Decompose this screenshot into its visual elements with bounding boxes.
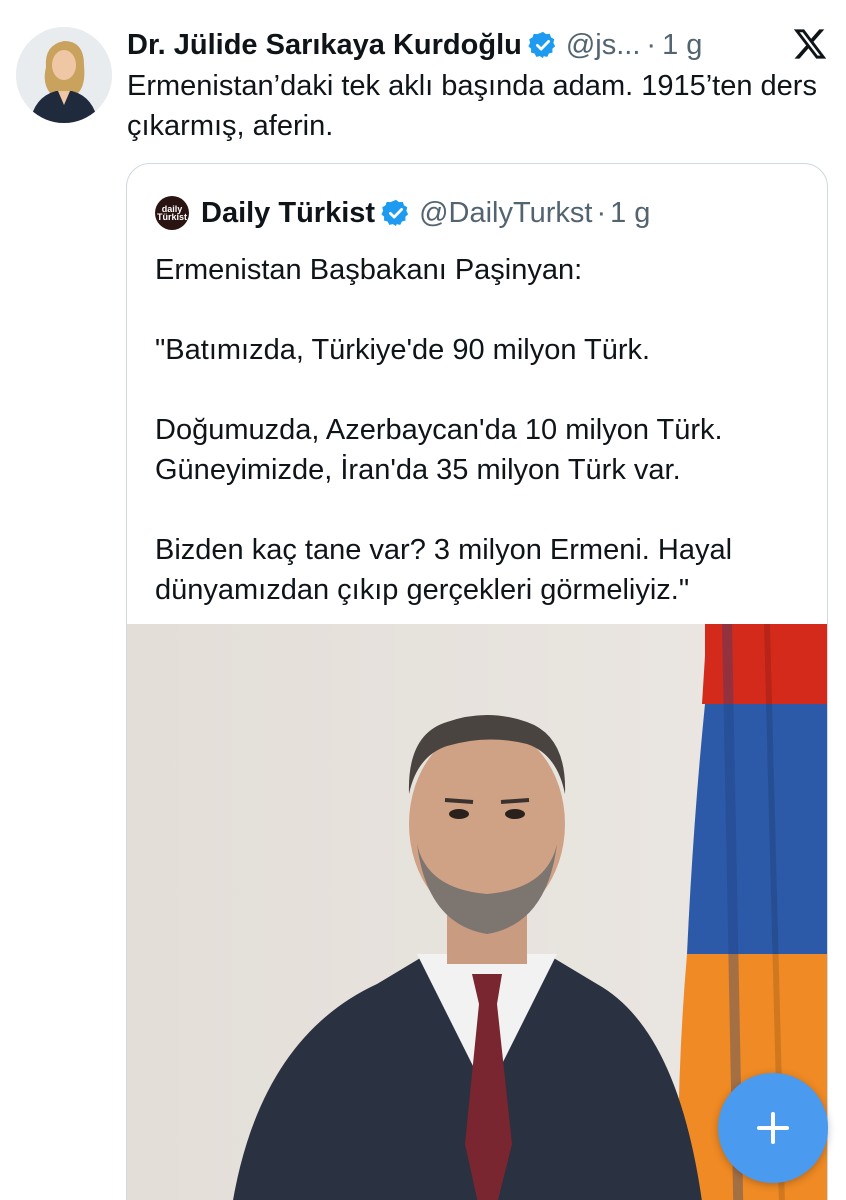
plus-icon — [757, 1112, 789, 1144]
quoted-tweet-card[interactable]: daily Türkist Daily Türkist @DailyTurkst… — [126, 163, 828, 1200]
quoted-author-handle[interactable]: @DailyTurkst — [419, 197, 592, 230]
quoted-author-avatar[interactable]: daily Türkist — [155, 196, 189, 230]
quoted-tweet-time[interactable]: 1 g — [610, 197, 650, 230]
author-name[interactable]: Dr. Jülide Sarıkaya Kurdoğlu — [127, 29, 522, 62]
x-logo-icon[interactable] — [792, 26, 828, 62]
tweet-text: Ermenistan’daki tek aklı başında adam. 1… — [127, 70, 817, 142]
quoted-tweet-header: daily Türkist Daily Türkist @DailyTurkst… — [155, 194, 811, 232]
verified-badge-icon — [528, 30, 558, 60]
tweet-time[interactable]: 1 g — [662, 29, 702, 62]
tweet-header: Dr. Jülide Sarıkaya Kurdoğlu @js... · 1 … — [127, 24, 830, 66]
quoted-tweet-text: Ermenistan Başbakanı Paşinyan: "Batımızd… — [155, 254, 733, 606]
tweet: Dr. Jülide Sarıkaya Kurdoğlu @js... · 1 … — [0, 0, 846, 1200]
avatar-image — [16, 27, 112, 123]
quoted-author-name[interactable]: Daily Türkist — [201, 197, 375, 230]
author-handle[interactable]: @js... — [566, 29, 641, 62]
quoted-avatar-label-line2: Türkist — [156, 212, 187, 222]
separator-dot: · — [646, 28, 657, 61]
separator-dot: · — [596, 196, 607, 229]
author-avatar[interactable] — [16, 27, 112, 123]
compose-button[interactable] — [718, 1073, 828, 1183]
verified-badge-icon — [381, 198, 411, 228]
